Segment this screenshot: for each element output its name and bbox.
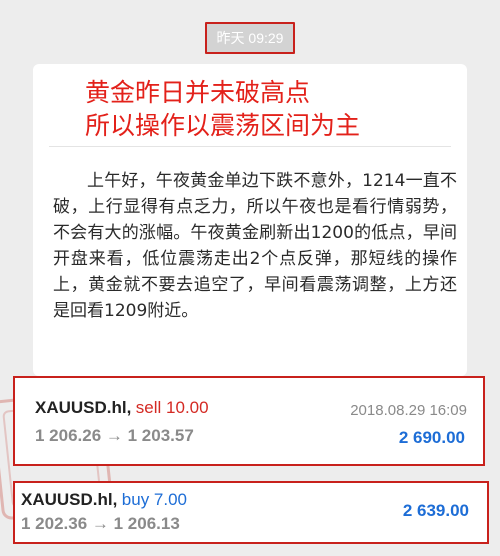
chat-timestamp: 昨天 09:29: [204, 22, 296, 54]
trade-symbol: XAUUSD.hl,: [35, 398, 132, 417]
trade-row-sell[interactable]: XAUUSD.hl, sell 10.00 2018.08.29 16:09 1…: [13, 376, 485, 466]
timestamp-row: 昨天 09:29: [0, 22, 500, 54]
message-card[interactable]: 黄金昨日并未破高点 所以操作以震荡区间为主 上午好，午夜黄金单边下跌不意外，12…: [33, 64, 467, 376]
trade-profit: 2 690.00: [398, 428, 465, 447]
card-divider: [49, 146, 451, 147]
headline-line-1: 黄金昨日并未破高点: [85, 78, 311, 107]
trade-action-sell: sell 10.00: [135, 398, 209, 417]
message-headline: 黄金昨日并未破高点 所以操作以震荡区间为主: [85, 76, 360, 142]
trade-profit: 2 639.00: [402, 501, 469, 520]
message-body: 上午好，午夜黄金单边下跌不意外，1214一直不破，上行显得有点乏力，所以午夜也是…: [53, 168, 457, 324]
trade-prices: 1 202.36 → 1 206.13: [21, 514, 180, 533]
trade-symbol: XAUUSD.hl,: [21, 490, 118, 509]
trade-time: 2018.08.29 16:09: [350, 402, 467, 419]
trade-prices: 1 206.26 → 1 203.57: [35, 426, 194, 445]
body-paragraph: 上午好，午夜黄金单边下跌不意外，1214一直不破，上行显得有点乏力，所以午夜也是…: [53, 171, 457, 321]
trade-action-buy: buy 7.00: [121, 490, 188, 509]
trade-row-buy[interactable]: XAUUSD.hl, buy 7.00 1 202.36 → 1 206.13 …: [13, 481, 489, 544]
headline-line-2: 所以操作以震荡区间为主: [85, 111, 361, 140]
